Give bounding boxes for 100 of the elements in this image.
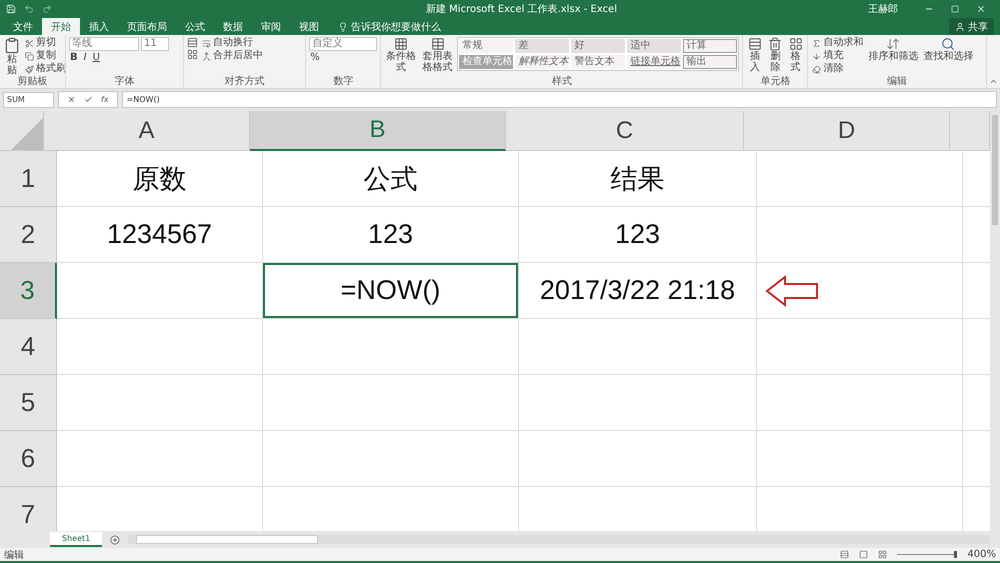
collapse-icon — [989, 77, 998, 86]
arrow-icon — [765, 274, 819, 306]
ribbon-button[interactable]: 填充 — [811, 50, 864, 62]
window-title: 新建 Microsoft Excel 工作表.xlsx - Excel — [426, 2, 618, 16]
font-field[interactable]: 等线 — [69, 37, 139, 51]
group-label: 对齐方式 — [224, 76, 266, 88]
row-header[interactable]: 1 — [0, 151, 57, 207]
ribbon-button[interactable]: 查找和选择 — [922, 37, 974, 76]
rows-icon — [748, 37, 762, 51]
ribbon-button[interactable]: 清除 — [811, 63, 864, 75]
group-label: 单元格 — [759, 76, 792, 88]
formula-field[interactable]: =NOW() — [122, 91, 997, 108]
column-header[interactable]: D — [744, 111, 950, 151]
row-header[interactable]: 7 — [0, 487, 57, 531]
group-label: 编辑 — [886, 76, 908, 88]
user-name: 王赫郎 — [868, 2, 898, 16]
ribbon-tab[interactable]: 文件 — [4, 18, 42, 35]
format-button[interactable]: I — [82, 52, 88, 64]
page-layout-icon — [859, 550, 868, 559]
trash-icon — [768, 37, 782, 51]
status-mode: 编辑 — [4, 548, 25, 562]
user-icon — [955, 22, 965, 32]
vertical-scrollbar[interactable] — [990, 111, 1000, 531]
ribbon-button[interactable]: 剪切 — [24, 37, 65, 49]
sort-icon — [886, 37, 900, 51]
ribbon-tab[interactable]: 公式 — [176, 18, 214, 35]
sheet-tab[interactable]: Sheet1 — [50, 532, 102, 547]
ribbon-tab[interactable]: 插入 — [80, 18, 118, 35]
row-header[interactable]: 4 — [0, 319, 57, 375]
paste-button[interactable]: 粘贴 — [3, 37, 21, 76]
format-button[interactable]: U — [92, 52, 101, 64]
ribbon-button[interactable]: 复制 — [24, 50, 65, 62]
zoom-slider-thumb[interactable] — [954, 551, 958, 558]
cell-style[interactable]: 解释性文本 — [515, 55, 570, 69]
enter-icon — [84, 95, 93, 104]
triangle-icon — [9, 116, 43, 150]
horizontal-scrollbar[interactable] — [128, 535, 990, 544]
name-box[interactable]: SUM — [3, 92, 54, 108]
ribbon-button[interactable]: 合并后居中 — [201, 50, 264, 62]
copy-icon — [25, 52, 34, 60]
add-sheet-icon — [110, 534, 120, 544]
redo-icon — [42, 4, 52, 14]
ribbon-button[interactable]: 自动求和 — [811, 37, 864, 49]
cell-style[interactable]: 适中 — [627, 39, 682, 53]
format-button[interactable]: B — [69, 52, 79, 64]
ribbon-button[interactable]: 删除 — [766, 37, 784, 76]
share-button[interactable]: 共享 — [949, 18, 994, 35]
lightbulb-icon — [338, 22, 348, 32]
search-icon — [941, 37, 956, 51]
cell-style[interactable]: 计算 — [683, 39, 738, 53]
page-break-icon — [878, 550, 888, 559]
grid-icon — [394, 37, 408, 51]
ribbon-button[interactable]: 套用表格格式 — [420, 37, 454, 76]
arrow-down-icon — [812, 52, 822, 60]
clipboard-icon — [3, 37, 21, 54]
column-header[interactable] — [950, 111, 990, 151]
cell-style[interactable]: 常规 — [459, 39, 514, 53]
row-header[interactable]: 2 — [0, 207, 57, 263]
ribbon-tab[interactable]: 页面布局 — [118, 18, 176, 35]
insert-function-button[interactable]: fx — [101, 95, 109, 104]
tell-me-field[interactable]: 告诉我你想要做什么 — [338, 18, 441, 35]
ribbon-tab[interactable]: 数据 — [214, 18, 252, 35]
table-cell: =NOW() — [263, 263, 519, 319]
cell-style[interactable]: 差 — [515, 39, 570, 53]
square-icon — [951, 4, 959, 12]
paintbrush-icon — [25, 64, 34, 74]
grid-icon — [788, 37, 803, 51]
cell-style[interactable]: 输出 — [683, 55, 738, 69]
font-size-field[interactable]: 11 — [141, 37, 169, 51]
row-header[interactable]: 6 — [0, 431, 57, 487]
table-cell: 123 — [263, 207, 519, 263]
wrap-icon — [202, 38, 212, 48]
ribbon-button[interactable]: 排序和筛选 — [867, 37, 920, 76]
ribbon-button[interactable]: 插入 — [746, 37, 764, 76]
ribbon-tab[interactable]: 视图 — [290, 18, 328, 35]
table-cell: 1234567 — [57, 207, 263, 263]
select-all-corner[interactable] — [0, 111, 44, 151]
cell-style[interactable]: 链接单元格 — [627, 55, 682, 69]
ribbon-button[interactable]: 自动换行 — [201, 37, 264, 49]
ribbon-tab[interactable]: 开始 — [42, 18, 80, 35]
row-header[interactable]: 3 — [0, 263, 57, 319]
table-cell: 原数 — [57, 151, 263, 207]
table-icon — [430, 37, 445, 51]
cell-style[interactable]: 好 — [571, 39, 626, 53]
group-label: 剪贴板 — [16, 76, 48, 88]
column-header[interactable]: B — [250, 111, 506, 151]
row-header[interactable]: 5 — [0, 375, 57, 431]
cell-style[interactable]: 警告文本 — [571, 55, 626, 69]
group-label: 数字 — [332, 76, 354, 88]
eraser-icon — [812, 64, 822, 74]
number-format-field[interactable]: 自定义 — [309, 37, 378, 51]
ribbon-button[interactable]: 格式 — [786, 37, 804, 76]
percent-button[interactable]: % — [309, 52, 321, 64]
merge-icon — [202, 52, 212, 60]
ribbon-button[interactable]: 条件格式 — [384, 37, 418, 76]
normal-view-icon — [840, 550, 850, 559]
ribbon-tab[interactable]: 审阅 — [252, 18, 290, 35]
column-header[interactable]: C — [506, 111, 744, 151]
column-header[interactable]: A — [44, 111, 250, 151]
zoom-level: 400% — [967, 549, 996, 560]
